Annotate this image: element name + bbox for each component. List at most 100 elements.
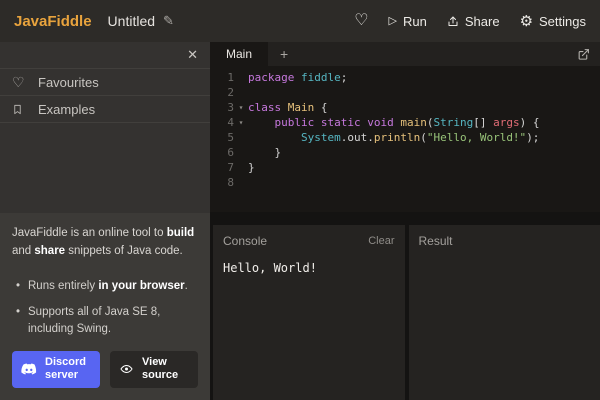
- tab-bar: Main +: [210, 42, 600, 66]
- gear-icon: ⚙: [520, 14, 533, 29]
- code-token: [248, 131, 301, 144]
- clear-console-button[interactable]: Clear: [368, 235, 394, 247]
- sidebar-close-row: ✕: [0, 42, 210, 68]
- fold-chevron-icon: [234, 145, 248, 160]
- sidebar-buttons: Discord server View source: [12, 351, 198, 389]
- new-tab-button[interactable]: +: [280, 46, 288, 62]
- result-panel: Result: [409, 225, 600, 400]
- tab-label: Main: [226, 47, 252, 61]
- discord-icon: [21, 363, 37, 376]
- top-bar: JavaFiddle Untitled ✎ ♡ ▷ Run Share ⚙ Se…: [0, 0, 600, 42]
- line-number: 1: [210, 70, 234, 85]
- run-label: Run: [403, 14, 427, 29]
- fold-chevron-icon: [234, 175, 248, 190]
- console-header: Console Clear: [213, 225, 405, 253]
- line-number: 6: [210, 145, 234, 160]
- main-layout: ✕ ♡ Favourites Examples JavaFiddle is an…: [0, 42, 600, 400]
- code-token: "Hello, World!": [427, 131, 526, 144]
- code-token: {: [314, 101, 327, 114]
- view-source-button[interactable]: View source: [110, 351, 198, 389]
- sidebar-item-examples[interactable]: Examples: [0, 96, 210, 123]
- line-number: 8: [210, 175, 234, 190]
- code-token: [281, 101, 288, 114]
- fold-chevron-icon: [234, 70, 248, 85]
- discord-button-label: Discord server: [45, 356, 91, 384]
- sidebar: ✕ ♡ Favourites Examples JavaFiddle is an…: [0, 42, 210, 400]
- console-panel: Console Clear Hello, World!: [213, 225, 405, 400]
- sidebar-info-panel: JavaFiddle is an online tool to build an…: [0, 213, 210, 400]
- fold-chevron-icon: [234, 85, 248, 100]
- fold-chevron-icon[interactable]: ▾: [234, 115, 248, 130]
- feature-item: Runs entirely in your browser.: [16, 278, 198, 295]
- code-line: 3▾class Main {: [210, 100, 600, 115]
- code-token: public: [275, 116, 315, 129]
- code-token: System: [301, 131, 341, 144]
- code-line: 7}: [210, 160, 600, 175]
- feature-item: Supports all of Java SE 8, including Swi…: [16, 304, 198, 339]
- play-icon: ▷: [389, 16, 397, 27]
- share-icon: [447, 15, 459, 28]
- favourite-heart-icon[interactable]: ♡: [354, 13, 368, 29]
- result-header: Result: [409, 225, 600, 253]
- code-token: }: [248, 146, 281, 159]
- code-token: }: [248, 161, 255, 174]
- code-token: ) {: [520, 116, 540, 129]
- edit-title-pencil-icon[interactable]: ✎: [163, 13, 174, 29]
- code-token: [294, 71, 301, 84]
- code-line: 8: [210, 175, 600, 190]
- external-link-icon[interactable]: [577, 48, 590, 61]
- code-token: [314, 116, 321, 129]
- code-line: 1 package fiddle;: [210, 70, 600, 85]
- line-number: 3: [210, 100, 234, 115]
- result-title: Result: [419, 234, 453, 248]
- code-editor[interactable]: 1 package fiddle; 23▾class Main {4▾ public…: [210, 66, 600, 212]
- app-logo[interactable]: JavaFiddle: [14, 13, 92, 30]
- code-lines: 1 package fiddle; 23▾class Main {4▾ public…: [210, 70, 600, 190]
- sidebar-menu: ♡ Favourites Examples: [0, 68, 210, 123]
- close-icon[interactable]: ✕: [187, 47, 198, 63]
- code-token: String: [434, 116, 474, 129]
- code-token: (: [427, 116, 434, 129]
- share-button[interactable]: Share: [447, 14, 500, 29]
- eye-icon: [119, 363, 134, 375]
- code-token: Main: [288, 101, 315, 114]
- code-text: package fiddle;: [248, 70, 347, 85]
- tab-main[interactable]: Main: [210, 42, 268, 66]
- code-token: void: [367, 116, 394, 129]
- line-number: 4: [210, 115, 234, 130]
- sidebar-item-label: Favourites: [38, 75, 99, 90]
- code-text: }: [248, 160, 255, 175]
- fold-chevron-icon[interactable]: ▾: [234, 100, 248, 115]
- view-source-button-label: View source: [142, 356, 189, 384]
- feature-list: Runs entirely in your browser. Supports …: [16, 278, 198, 339]
- sidebar-item-favourites[interactable]: ♡ Favourites: [0, 69, 210, 96]
- fold-chevron-icon: [234, 130, 248, 145]
- code-token: fiddle: [301, 71, 341, 84]
- line-number: 5: [210, 130, 234, 145]
- code-token: println: [374, 131, 420, 144]
- line-number: 2: [210, 85, 234, 100]
- code-token: static: [321, 116, 361, 129]
- share-label: Share: [465, 14, 500, 29]
- code-token: []: [473, 116, 493, 129]
- output-panels: Console Clear Hello, World! Result: [210, 212, 600, 400]
- code-token: out: [347, 131, 367, 144]
- settings-button[interactable]: ⚙ Settings: [520, 14, 586, 29]
- line-number: 7: [210, 160, 234, 175]
- run-button[interactable]: ▷ Run: [389, 14, 427, 29]
- code-token: (: [420, 131, 427, 144]
- code-token: main: [400, 116, 427, 129]
- code-line: 5 System.out.println("Hello, World!");: [210, 130, 600, 145]
- code-token: package: [248, 71, 294, 84]
- code-token: args: [493, 116, 520, 129]
- code-line: 2: [210, 85, 600, 100]
- console-title: Console: [223, 234, 267, 248]
- discord-server-button[interactable]: Discord server: [12, 351, 100, 389]
- code-token: );: [526, 131, 539, 144]
- code-line: 4▾ public static void main(String[] args…: [210, 115, 600, 130]
- code-token: class: [248, 101, 281, 114]
- code-text: public static void main(String[] args) {: [248, 115, 540, 130]
- sidebar-item-label: Examples: [38, 102, 95, 117]
- settings-label: Settings: [539, 14, 586, 29]
- code-line: 6 }: [210, 145, 600, 160]
